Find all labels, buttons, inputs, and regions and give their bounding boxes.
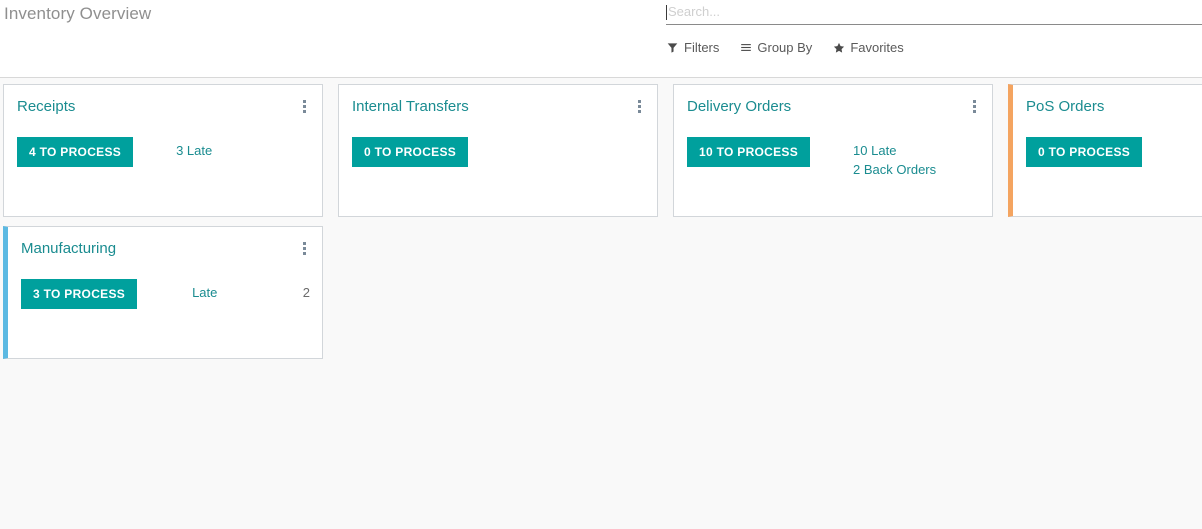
group-by-label: Group By [757, 40, 813, 55]
card-body: 10 TO PROCESS 10 Late 2 Back Orders [687, 137, 980, 179]
kanban-card-receipts[interactable]: Receipts 4 TO PROCESS 3 Late [3, 84, 323, 217]
card-body: 0 TO PROCESS [1026, 137, 1202, 167]
star-icon [832, 41, 845, 54]
to-process-button[interactable]: 3 TO PROCESS [21, 279, 138, 309]
search-input[interactable] [668, 3, 1188, 21]
search-view: Filters Group By Favor [666, 0, 1202, 55]
kanban-card-internal-transfers[interactable]: Internal Transfers 0 TO PROCESS [338, 84, 658, 217]
card-title: PoS Orders [1026, 98, 1105, 115]
to-process-button[interactable]: 4 TO PROCESS [17, 137, 134, 167]
kanban-row: Receipts 4 TO PROCESS 3 Late Internal Tr… [0, 84, 1202, 217]
card-menu-icon[interactable] [633, 98, 645, 114]
aside-table: Late 2 [192, 279, 310, 302]
card-body: 0 TO PROCESS [352, 137, 645, 167]
card-title: Delivery Orders [687, 98, 792, 115]
filters-button[interactable]: Filters [666, 40, 719, 55]
favorites-button[interactable]: Favorites [832, 40, 904, 55]
to-process-button[interactable]: 10 TO PROCESS [687, 137, 811, 167]
kanban-board: Receipts 4 TO PROCESS 3 Late Internal Tr… [0, 78, 1202, 359]
search-input-wrapper[interactable] [666, 0, 1202, 25]
card-body: 4 TO PROCESS 3 Late [17, 137, 310, 167]
back-orders-link[interactable]: 2 Back Orders [853, 160, 980, 179]
late-link[interactable]: 10 Late [853, 141, 980, 160]
search-buttons: Filters Group By Favorites [666, 40, 904, 55]
group-by-button[interactable]: Group By [739, 40, 812, 55]
aside-row: Late 2 [192, 283, 310, 302]
card-aside: 10 Late 2 Back Orders [853, 137, 980, 179]
list-icon [739, 41, 752, 54]
card-body: 3 TO PROCESS Late 2 [21, 279, 310, 309]
text-caret [666, 4, 667, 20]
filter-icon [666, 41, 679, 54]
card-menu-icon[interactable] [298, 98, 310, 114]
card-title: Receipts [17, 98, 76, 115]
favorites-label: Favorites [850, 40, 904, 55]
control-panel: Inventory Overview Filters [0, 0, 1202, 78]
card-aside: 3 Late [176, 137, 310, 160]
card-title: Internal Transfers [352, 98, 469, 115]
filters-label: Filters [684, 40, 720, 55]
card-menu-icon[interactable] [298, 240, 310, 256]
card-aside: Late 2 [192, 279, 310, 302]
kanban-card-delivery-orders[interactable]: Delivery Orders 10 TO PROCESS 10 Late 2 … [673, 84, 993, 217]
kanban-card-manufacturing[interactable]: Manufacturing 3 TO PROCESS Late 2 [3, 226, 323, 359]
late-link[interactable]: 3 Late [176, 141, 310, 160]
kanban-card-pos-orders[interactable]: PoS Orders 0 TO PROCESS [1008, 84, 1202, 217]
card-aside [511, 137, 645, 141]
card-menu-icon[interactable] [968, 98, 980, 114]
card-title: Manufacturing [21, 240, 117, 257]
breadcrumb: Inventory Overview [4, 4, 152, 23]
kanban-row: Manufacturing 3 TO PROCESS Late 2 [0, 226, 1202, 359]
to-process-button[interactable]: 0 TO PROCESS [352, 137, 469, 167]
to-process-button[interactable]: 0 TO PROCESS [1026, 137, 1143, 167]
late-count: 2 [302, 285, 310, 300]
card-aside [1185, 137, 1202, 141]
late-link[interactable]: Late [192, 283, 217, 302]
